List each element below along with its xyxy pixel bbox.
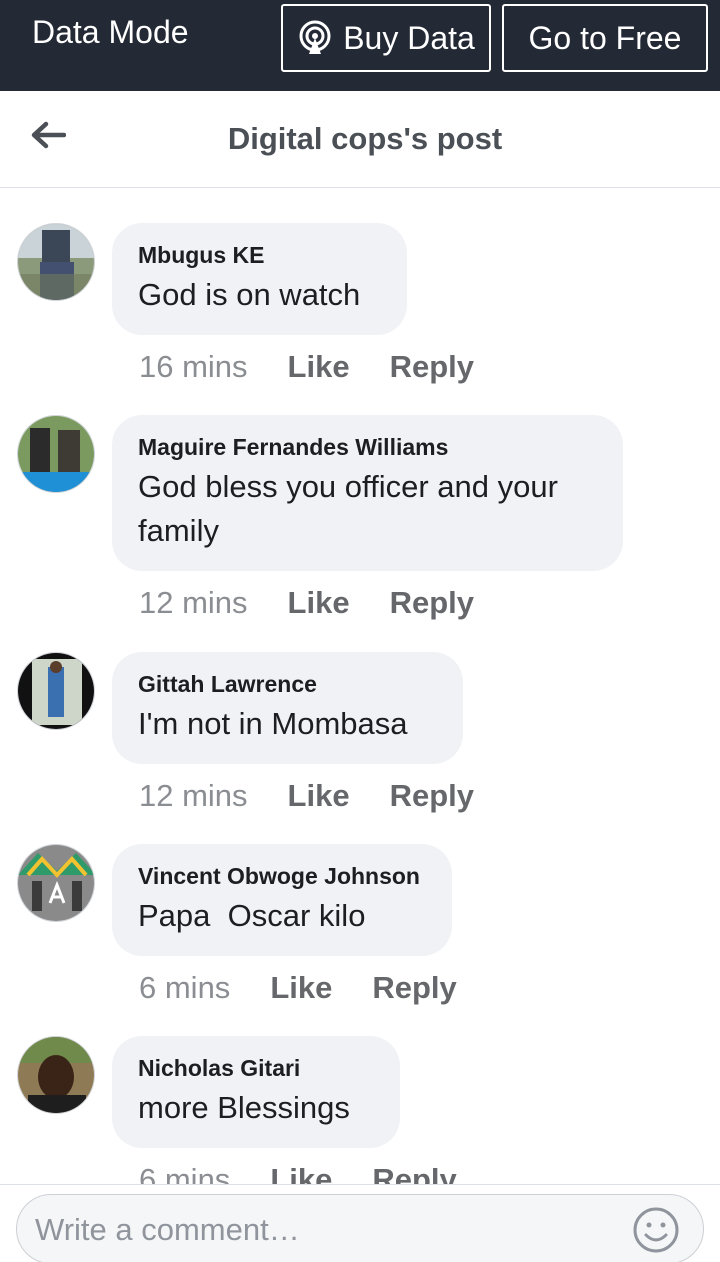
comment-actions: 16 mins Like Reply [139,349,474,385]
reply-button[interactable]: Reply [390,778,474,814]
commenter-name[interactable]: Maguire Fernandes Williams [138,431,597,463]
comment-actions: 12 mins Like Reply [139,585,474,621]
comment-input-placeholder: Write a comment… [35,1212,300,1247]
broadcast-icon [297,20,333,56]
go-to-free-label: Go to Free [528,19,682,56]
comment-text: God bless you officer and your family [138,469,558,548]
data-mode-bar: Data Mode Buy Data Go to Free [0,0,720,91]
commenter-name[interactable]: Nicholas Gitari [138,1052,374,1084]
avatar[interactable] [17,1036,95,1114]
like-button[interactable]: Like [288,349,350,385]
comment-text: Papa Oscar kilo [138,898,366,933]
comment-composer: Write a comment… [0,1184,720,1262]
data-mode-label: Data Mode [32,14,189,50]
comment-bubble: Gittah Lawrence I'm not in Mombasa [112,652,463,764]
reply-button[interactable]: Reply [372,970,456,1006]
reply-button[interactable]: Reply [390,585,474,621]
avatar[interactable] [17,415,95,493]
comment-bubble: Nicholas Gitari more Blessings [112,1036,400,1148]
comment-actions: 12 mins Like Reply [139,778,474,814]
like-button[interactable]: Like [288,585,350,621]
comment-input[interactable]: Write a comment… [16,1194,704,1262]
commenter-name[interactable]: Vincent Obwoge Johnson [138,860,426,892]
comment-time: 16 mins [139,349,248,384]
like-button[interactable]: Like [270,970,332,1006]
comment-time: 6 mins [139,970,231,1005]
page-title: Digital cops's post [227,121,503,156]
comment-text: more Blessings [138,1090,350,1125]
smiley-icon[interactable] [631,1205,681,1255]
comment-time: 12 mins [139,585,248,620]
post-header: Digital cops's post [0,91,720,188]
comment-bubble: Maguire Fernandes Williams God bless you… [112,415,623,571]
like-button[interactable]: Like [288,778,350,814]
buy-data-label: Buy Data [343,19,475,56]
comment-text: I'm not in Mombasa [138,706,408,741]
comment-bubble: Vincent Obwoge Johnson Papa Oscar kilo [112,844,452,956]
go-to-free-button[interactable]: Go to Free [502,4,708,72]
commenter-name[interactable]: Mbugus KE [138,239,381,271]
buy-data-button[interactable]: Buy Data [281,4,491,72]
comment-time: 12 mins [139,778,248,813]
avatar[interactable] [17,652,95,730]
avatar[interactable] [17,844,95,922]
commenter-name[interactable]: Gittah Lawrence [138,668,437,700]
comment-actions: 6 mins Like Reply [139,970,457,1006]
comment-text: God is on watch [138,277,361,312]
reply-button[interactable]: Reply [390,349,474,385]
page: Data Mode Buy Data Go to Free Digital co… [0,0,720,1262]
comment-bubble: Mbugus KE God is on watch [112,223,407,335]
avatar[interactable] [17,223,95,301]
